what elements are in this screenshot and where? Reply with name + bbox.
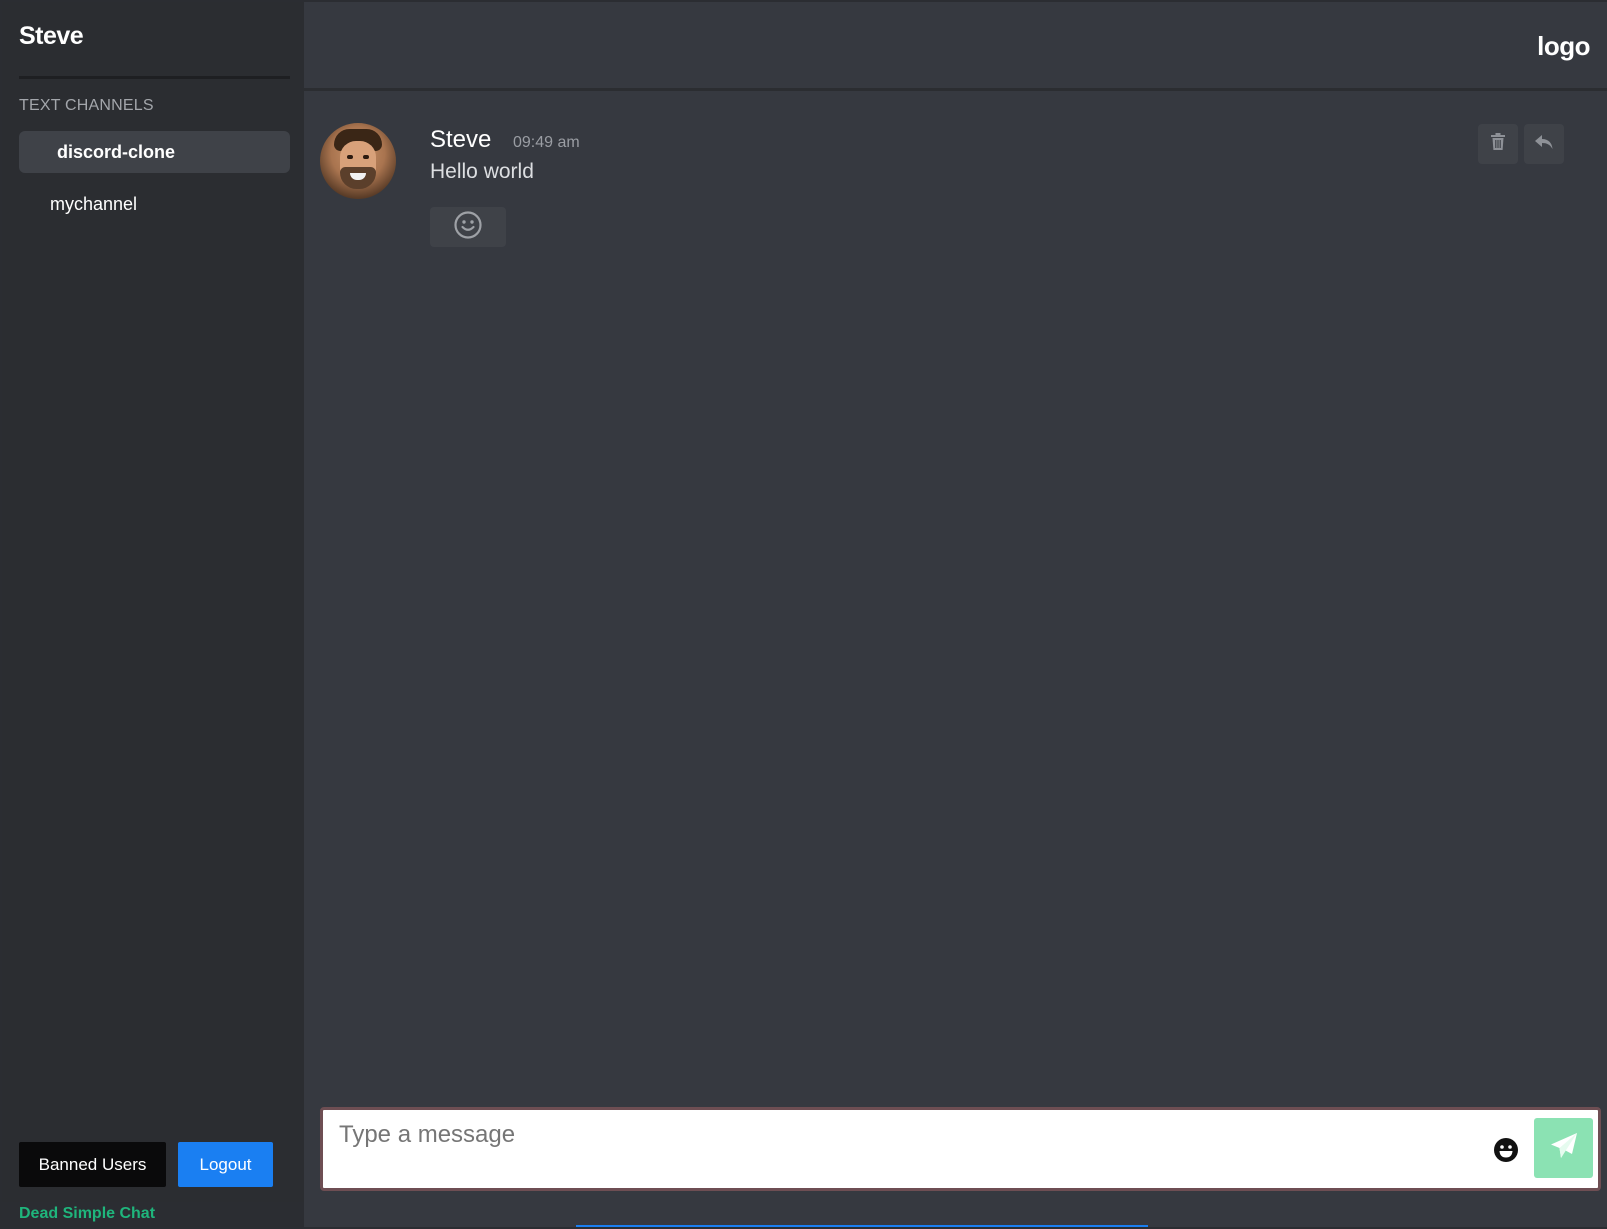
sidebar-divider — [19, 76, 290, 79]
send-button[interactable] — [1534, 1118, 1593, 1178]
message-input[interactable] — [323, 1110, 1463, 1188]
main-chat-area: logo Steve 09:49 am Hello world — [304, 2, 1607, 1227]
emoji-icon[interactable] — [1493, 1137, 1519, 1163]
message-item: Steve 09:49 am Hello world — [304, 112, 1607, 262]
dead-simple-chat-link[interactable]: Dead Simple Chat — [19, 1205, 155, 1223]
channel-discord-clone[interactable]: discord-clone — [19, 131, 290, 173]
channel-mychannel[interactable]: mychannel — [19, 183, 290, 225]
reply-message-button[interactable] — [1524, 124, 1564, 164]
trash-icon — [1490, 132, 1506, 156]
send-icon — [1550, 1132, 1578, 1165]
text-channels-heading: TEXT CHANNELS — [19, 97, 154, 114]
message-text: Hello world — [430, 160, 534, 183]
avatar — [320, 123, 396, 199]
chat-app: Steve TEXT CHANNELS discord-clone mychan… — [2, 2, 1607, 1227]
delete-message-button[interactable] — [1478, 124, 1518, 164]
add-reaction-button[interactable] — [430, 207, 506, 247]
sidebar: Steve TEXT CHANNELS discord-clone mychan… — [2, 2, 304, 1202]
bottom-accent-line — [576, 1225, 1148, 1227]
reply-icon — [1534, 134, 1554, 155]
current-user-name: Steve — [19, 22, 84, 50]
message-timestamp: 09:49 am — [513, 134, 580, 151]
logout-button[interactable]: Logout — [178, 1142, 273, 1187]
banned-users-button[interactable]: Banned Users — [19, 1142, 166, 1187]
top-bar: logo — [304, 2, 1607, 91]
message-author: Steve — [430, 126, 492, 153]
channel-label: mychannel — [50, 193, 138, 214]
smile-outline-icon — [453, 210, 483, 245]
message-composer — [320, 1107, 1601, 1191]
logo: logo — [1537, 31, 1590, 61]
channel-label: discord-clone — [57, 141, 176, 162]
